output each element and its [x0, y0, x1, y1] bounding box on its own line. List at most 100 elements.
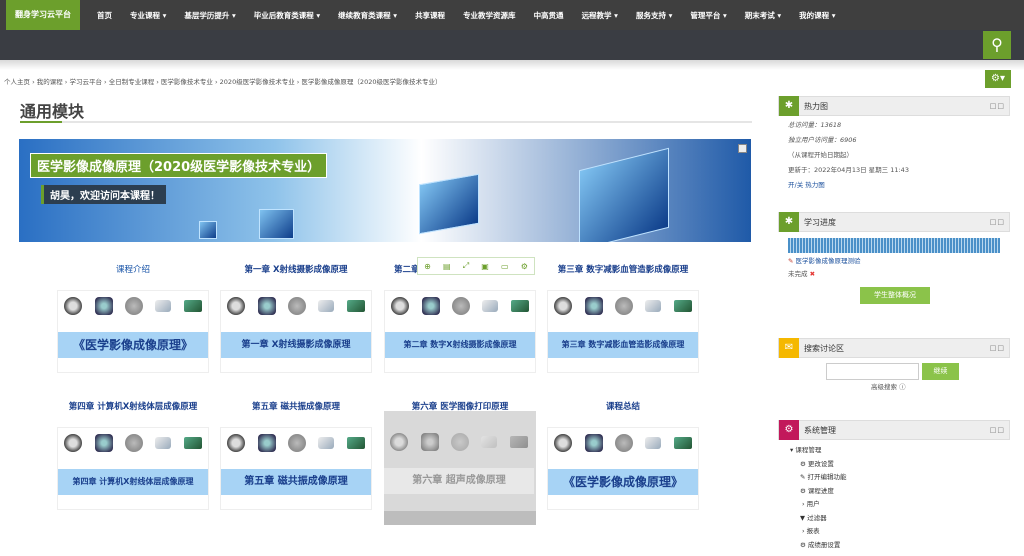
tree-item[interactable]: ⚙ 课程进度: [800, 485, 1010, 499]
expand-icon[interactable]: ⤢: [463, 261, 469, 271]
module-icon: [64, 434, 83, 452]
nav-item[interactable]: 期末考试 ▾: [736, 10, 790, 21]
search-icon[interactable]: ⚲: [983, 31, 1011, 59]
module-icon: [584, 434, 603, 452]
tree-item[interactable]: ✎ 打开编辑功能: [800, 471, 1010, 485]
help-icon[interactable]: ⓘ: [899, 383, 906, 391]
course-card[interactable]: 第三章 数字减影血管造影成像原理: [547, 290, 699, 373]
module-icon: [227, 434, 246, 452]
course-card[interactable]: 第一章 X射线摄影成像原理: [220, 290, 372, 373]
gear-icon[interactable]: ⚙: [521, 262, 528, 271]
nav-item[interactable]: 共享课程: [406, 10, 454, 21]
module-icon: [257, 297, 276, 315]
forum-search-row: 继续: [826, 363, 1010, 380]
toggle-heatmap-link[interactable]: 开/关 热力图: [788, 178, 1010, 193]
course-card[interactable]: 《医学影像成像原理》: [547, 427, 699, 510]
module-icon: [64, 297, 83, 315]
doc-icon[interactable]: ▤: [443, 262, 451, 271]
block-controls-icon[interactable]: □□: [990, 426, 1005, 434]
module-icon: [673, 300, 692, 312]
tree-item[interactable]: ▼ 过滤器: [800, 512, 1010, 526]
tree-item[interactable]: ⚙ 更改设置: [800, 458, 1010, 472]
top-navbar: 翻身学习云平台 首页 专业课程 ▾ 基层学历提升 ▾ 毕业后教育类课程 ▾ 继续…: [0, 0, 1024, 30]
module-icon: [584, 297, 603, 315]
nav-item[interactable]: 专业课程 ▾: [121, 10, 175, 21]
forum-search-button[interactable]: 继续: [922, 363, 959, 380]
module-icon: [482, 300, 499, 312]
export-icon[interactable]: ▭: [501, 262, 509, 271]
activity-icons: [221, 434, 371, 452]
block-controls-icon[interactable]: □□: [990, 344, 1005, 352]
nav-item[interactable]: 基层学历提升 ▾: [175, 10, 244, 21]
forum-search-input[interactable]: [826, 363, 919, 380]
module-icon: [257, 434, 276, 452]
card-band: 第五章 磁共振成像原理: [221, 469, 371, 495]
breadcrumb[interactable]: 个人主页 › 我的课程 › 学习云平台 › 全日制专业课程 › 医学影像技术专业…: [4, 76, 441, 86]
admin-block: ⚙ 系统管理 □□ ▾ 课程管理 ⚙ 更改设置 ✎ 打开编辑功能 ⚙ 课程进度 …: [778, 420, 1010, 552]
module-icon: [124, 434, 143, 452]
block-header: ✉ 搜索讨论区 □□: [778, 338, 1010, 358]
header-band: [0, 30, 1024, 60]
module-icon: [391, 297, 410, 315]
nav-item[interactable]: 管理平台 ▾: [681, 10, 735, 21]
module-icon: [318, 300, 335, 312]
tree-item[interactable]: › 报表: [802, 525, 1010, 539]
updated-time: 更新于：2022年04月13日 星期三 11:43: [788, 166, 909, 174]
card-title[interactable]: 第二章: [384, 263, 420, 275]
module-icon: [287, 297, 306, 315]
activity-icons: [548, 297, 698, 315]
course-card[interactable]: 第四章 计算机X射线体层成像原理: [57, 427, 209, 510]
brand-link[interactable]: 翻身学习云平台: [6, 0, 80, 30]
tree-label: 成绩册设置: [807, 540, 841, 549]
banner-checkbox[interactable]: [738, 144, 747, 153]
card-title[interactable]: 第三章 数字减影血管造影成像原理: [547, 263, 699, 275]
card-title[interactable]: 课程介绍: [57, 263, 209, 275]
module-icon: [155, 300, 172, 312]
course-card[interactable]: 《医学影像成像原理》: [57, 290, 209, 373]
overview-button[interactable]: 学生整体概况: [860, 287, 930, 304]
advanced-search-link[interactable]: 高级搜索: [871, 383, 897, 391]
nav-item[interactable]: 继续教育类课程 ▾: [329, 10, 406, 21]
nav-item[interactable]: 中高贯通: [525, 10, 573, 21]
quiz-icon: ✎: [788, 257, 794, 265]
block-controls-icon[interactable]: □□: [990, 102, 1005, 110]
block-controls-icon[interactable]: □□: [990, 218, 1005, 226]
save-icon[interactable]: ▣: [481, 262, 489, 271]
card-action-toolbar[interactable]: ⊕ ▤ ⤢ ▣ ▭ ⚙: [417, 257, 535, 275]
card-title[interactable]: 第四章 计算机X射线体层成像原理: [57, 400, 209, 412]
tree-course-admin[interactable]: ▾ 课程管理: [790, 444, 1010, 458]
nav-item[interactable]: 首页: [88, 10, 121, 21]
card-band: 第一章 X射线摄影成像原理: [221, 332, 371, 358]
module-icon: [614, 434, 633, 452]
nav-item[interactable]: 服务支持 ▾: [627, 10, 681, 21]
block-title: 热力图: [804, 101, 828, 111]
nav-item[interactable]: 毕业后教育类课程 ▾: [245, 10, 329, 21]
tree-item[interactable]: › 用户: [802, 498, 1010, 512]
progress-bar[interactable]: [788, 238, 1000, 253]
settings-gear-icon[interactable]: ⚙▾: [985, 70, 1011, 88]
module-icon: [645, 437, 662, 449]
zoom-icon[interactable]: ⊕: [424, 262, 431, 271]
heatmap-icon: ✱: [779, 96, 799, 116]
course-card-hidden[interactable]: 第六章 超声成像原理: [384, 411, 536, 525]
advanced-search[interactable]: 高级搜索 ⓘ: [871, 380, 1010, 395]
card-title[interactable]: 第五章 磁共振成像原理: [220, 400, 372, 412]
card-band: 《医学影像成像原理》: [58, 332, 208, 358]
quiz-link[interactable]: ✎ 医学影像成像原理测验: [788, 254, 1010, 269]
module-icon: [94, 434, 113, 452]
progress-icon: ✱: [779, 212, 799, 232]
course-card[interactable]: 第五章 磁共振成像原理: [220, 427, 372, 510]
course-card[interactable]: 第二章 数字X射线摄影成像原理: [384, 290, 536, 373]
tree-item[interactable]: ⚙ 成绩册设置: [800, 539, 1010, 553]
card-title[interactable]: 课程总结: [547, 400, 699, 412]
module-icon: [481, 436, 498, 448]
nav-item[interactable]: 我的课程 ▾: [790, 10, 844, 21]
status-label: 未完成: [788, 270, 808, 278]
module-icon: [510, 300, 529, 312]
nav-item[interactable]: 远程教学 ▾: [573, 10, 627, 21]
card-title[interactable]: 第一章 X射线摄影成像原理: [220, 263, 372, 275]
module-icon: [318, 437, 335, 449]
tree-label: 过滤器: [807, 513, 827, 522]
nav-item[interactable]: 专业教学资源库: [454, 10, 525, 21]
module-icon: [614, 297, 633, 315]
